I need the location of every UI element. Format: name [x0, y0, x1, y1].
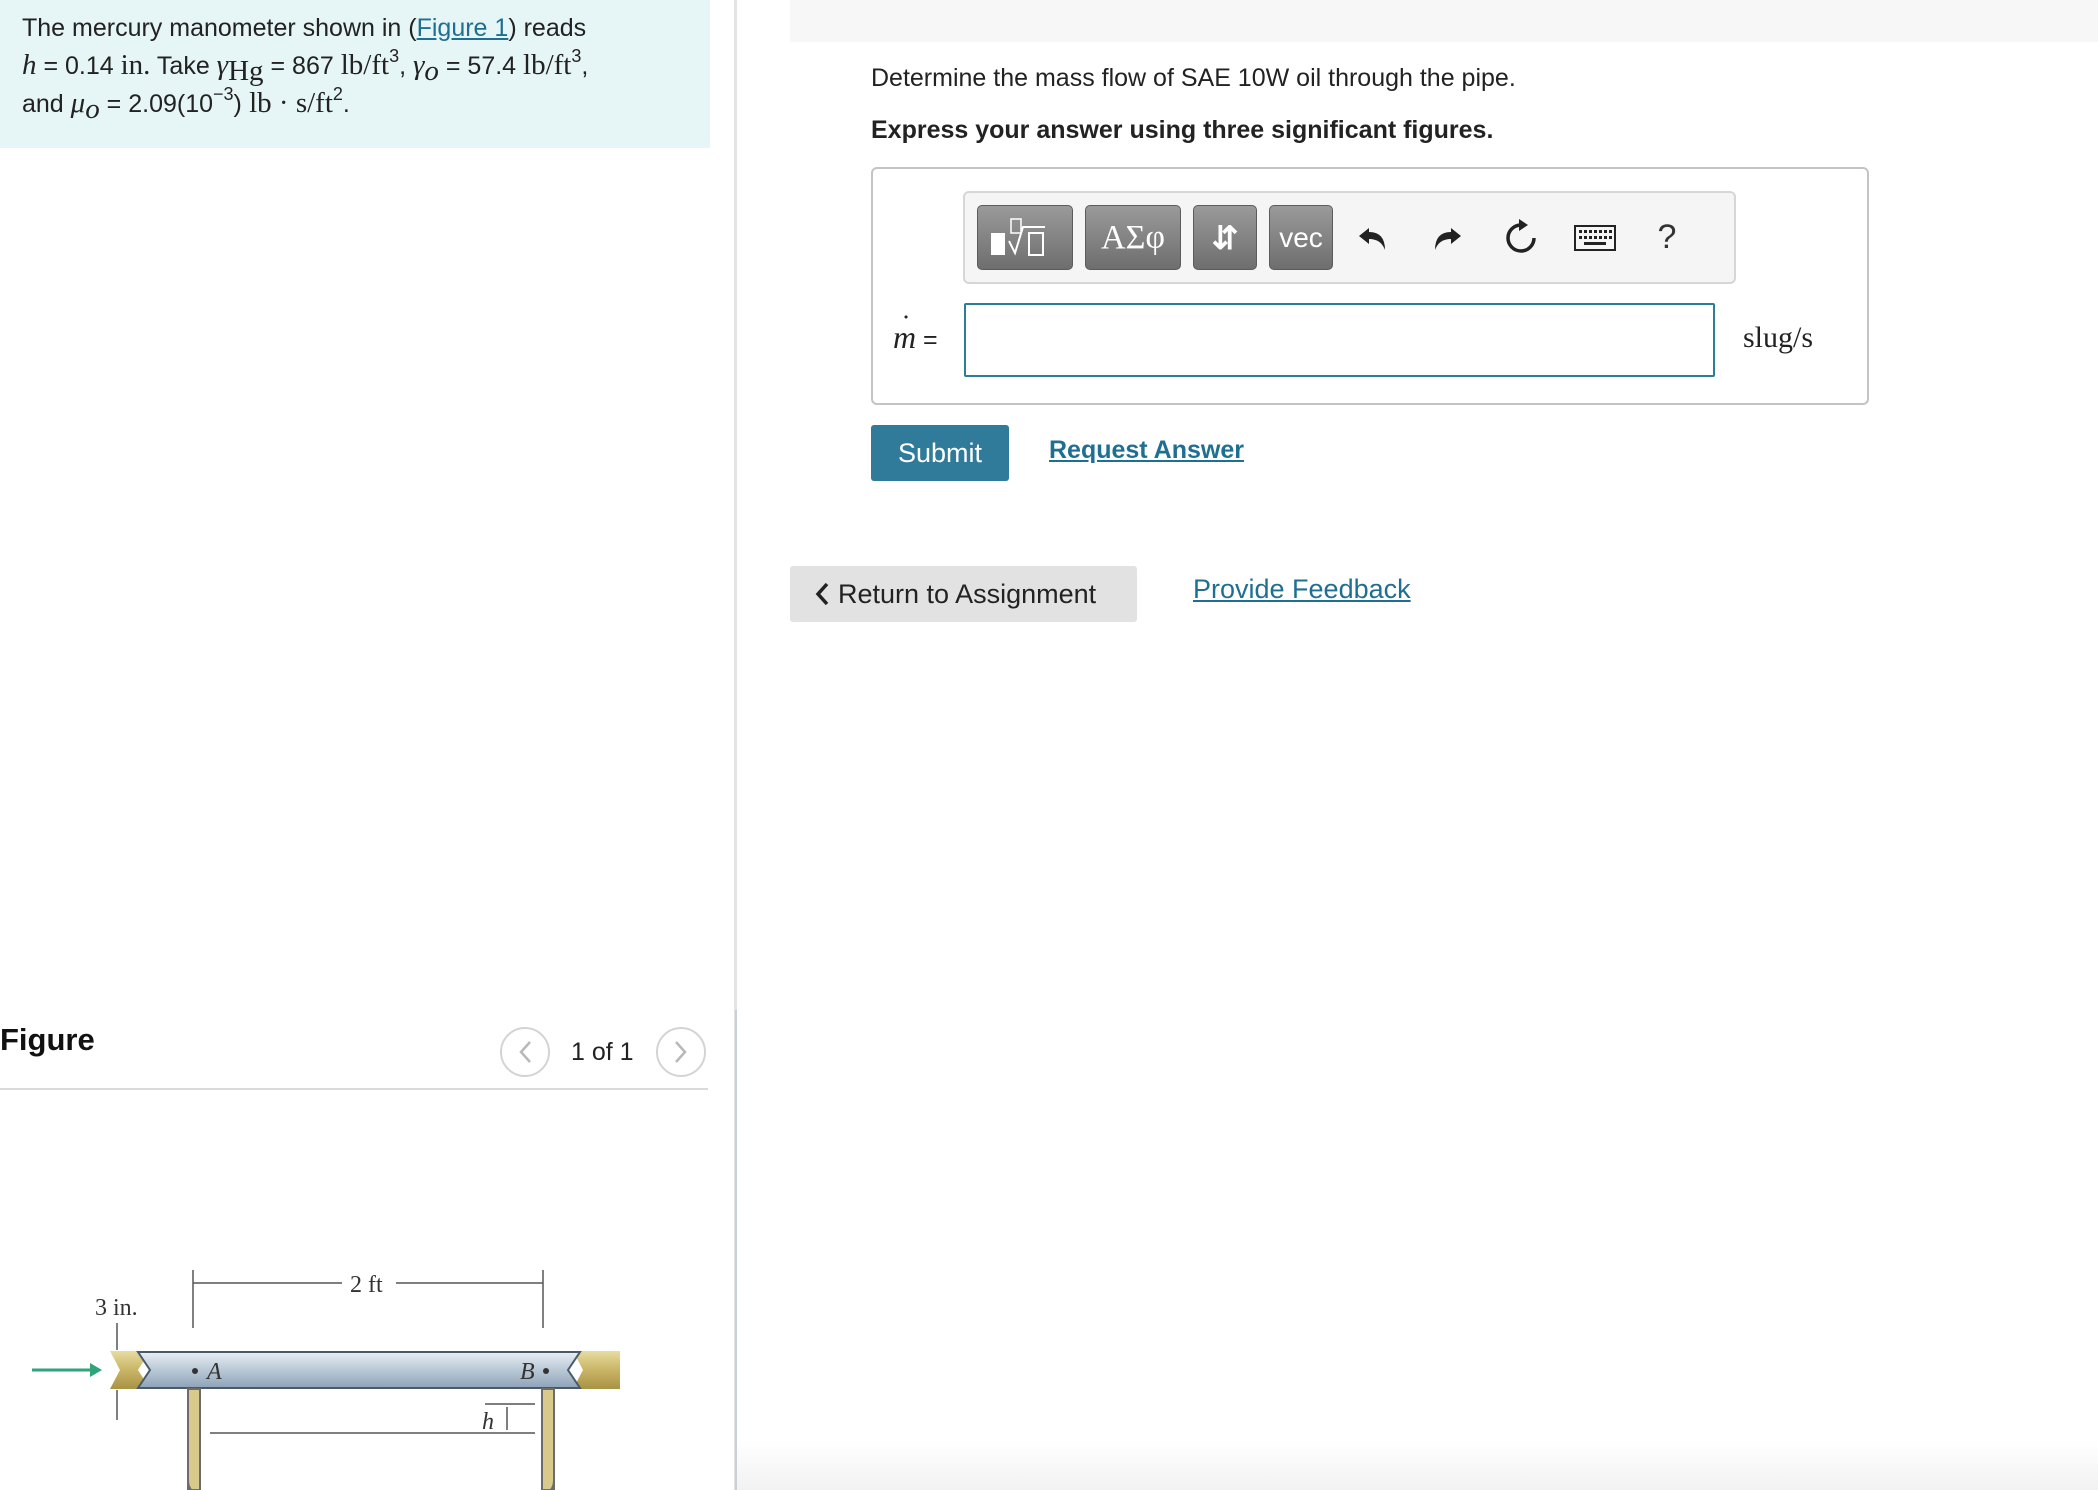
- point-b-label: B: [520, 1359, 535, 1385]
- h-unit: in.: [120, 49, 151, 81]
- top-band: [790, 0, 2098, 42]
- gamma-symbol: γ: [216, 49, 229, 81]
- gamma-symbol: γ: [412, 49, 425, 81]
- figure-next-button[interactable]: [656, 1027, 706, 1077]
- chevron-left-icon: [519, 1041, 531, 1063]
- pipe: [136, 1351, 582, 1389]
- variable-label: m ˙ =: [893, 309, 938, 356]
- undo-button[interactable]: [1343, 205, 1403, 270]
- equals-sign: =: [916, 326, 938, 354]
- reset-button[interactable]: [1491, 205, 1551, 270]
- problem-text: ,: [581, 52, 589, 80]
- mu-subscript: o: [85, 93, 100, 125]
- problem-text: Take: [150, 52, 217, 80]
- problem-text: The mercury manometer shown in (: [22, 14, 417, 42]
- exponent: 2: [332, 84, 343, 104]
- answer-box: ΑΣφ ⇵ vec ? m ˙ = slug/s: [871, 167, 1869, 405]
- h-value: = 0.14: [36, 52, 121, 80]
- arrows-button[interactable]: ⇵: [1193, 205, 1257, 270]
- question-text: Determine the mass flow of SAE 10W oil t…: [871, 64, 1516, 92]
- gamma-hg-subscript: Hg: [228, 55, 264, 87]
- answer-instruction: Express your answer using three signific…: [871, 116, 1494, 144]
- arrows-icon: ⇵: [1211, 219, 1239, 256]
- problem-statement: The mercury manometer shown in (Figure 1…: [0, 0, 710, 148]
- gamma-o-subscript: o: [424, 55, 439, 87]
- provide-feedback-link[interactable]: Provide Feedback: [1193, 574, 1411, 605]
- diameter-label: 3 in.: [95, 1295, 138, 1321]
- mu-symbol: μ: [70, 87, 86, 119]
- math-toolbar: ΑΣφ ⇵ vec ?: [963, 191, 1736, 284]
- redo-icon: [1435, 227, 1461, 250]
- exponent: 3: [571, 46, 582, 66]
- answer-input[interactable]: [964, 303, 1715, 377]
- right-flange: [573, 1351, 620, 1389]
- templates-button[interactable]: [977, 205, 1073, 270]
- exponent: 3: [389, 46, 400, 66]
- return-label: Return to Assignment: [838, 578, 1097, 609]
- length-label: 2 ft: [350, 1272, 383, 1298]
- bottom-fade: [737, 1440, 2098, 1490]
- submit-button[interactable]: Submit: [871, 425, 1009, 481]
- figure-divider: [0, 1088, 708, 1090]
- left-panel: The mercury manometer shown in (Figure 1…: [0, 0, 735, 1490]
- unit-lb-ft: lb/ft: [340, 49, 390, 81]
- figure-prev-button[interactable]: [500, 1027, 550, 1077]
- figure-title: Figure: [0, 1022, 95, 1057]
- reset-icon: [1506, 218, 1536, 253]
- exponent: −3: [213, 84, 234, 104]
- keyboard-button[interactable]: [1565, 205, 1625, 270]
- figure-link[interactable]: Figure 1: [417, 14, 509, 42]
- h-symbol: h: [22, 49, 37, 81]
- unit-label: slug/s: [1743, 321, 1814, 354]
- h-label: h: [482, 1409, 494, 1435]
- flow-arrow-head: [90, 1363, 102, 1377]
- greek-label: ΑΣφ: [1101, 218, 1165, 256]
- chevron-left-icon: [815, 582, 829, 606]
- return-to-assignment-button[interactable]: Return to Assignment: [790, 566, 1137, 622]
- chevron-right-icon: [675, 1041, 687, 1063]
- problem-text: ) reads: [508, 14, 587, 42]
- vec-label: vec: [1279, 221, 1323, 253]
- dot-accent: ˙: [901, 309, 911, 342]
- manometer-diagram: 2 ft 3 in. A B h: [32, 1270, 620, 1490]
- point-a-label: A: [205, 1359, 222, 1385]
- request-answer-link[interactable]: Request Answer: [1049, 436, 1244, 465]
- help-icon: ?: [1657, 218, 1677, 256]
- problem-line-2: h = 0.14 in. Take γHg = 867 lb/ft3, γo =…: [22, 46, 688, 87]
- mu-unit: lb · s/ft: [241, 87, 333, 119]
- problem-line-1: The mercury manometer shown in (Figure 1…: [22, 10, 688, 47]
- unit-lb-ft: lb/ft: [523, 49, 572, 81]
- mu-value: = 2.09(10: [99, 90, 214, 118]
- point-b-dot: [543, 1368, 549, 1374]
- m-dot-symbol: m ˙: [893, 309, 916, 355]
- manometer-left-tube: [187, 1388, 201, 1490]
- figure-pager: 1 of 1: [571, 1038, 634, 1066]
- problem-text: .: [342, 90, 350, 118]
- problem-text: ,: [399, 52, 413, 80]
- gamma-hg-value: = 867: [263, 52, 341, 80]
- problem-text: and: [22, 90, 71, 118]
- problem-line-3: and μo = 2.09(10−3) lb · s/ft2.: [22, 84, 688, 125]
- problem-text: ): [233, 90, 242, 118]
- undo-icon: [1359, 227, 1385, 250]
- redo-button[interactable]: [1417, 205, 1477, 270]
- point-a-dot: [192, 1368, 198, 1374]
- templates-icon: [991, 217, 1045, 256]
- manometer-right-tube: [541, 1388, 555, 1490]
- right-panel: Determine the mass flow of SAE 10W oil t…: [737, 0, 2098, 1490]
- help-button[interactable]: ?: [1637, 205, 1697, 270]
- manometer-u-bend: [187, 1479, 555, 1490]
- greek-button[interactable]: ΑΣφ: [1085, 205, 1181, 270]
- keyboard-icon: [1574, 224, 1616, 251]
- gamma-o-value: = 57.4: [438, 52, 524, 80]
- vec-button[interactable]: vec: [1269, 205, 1333, 270]
